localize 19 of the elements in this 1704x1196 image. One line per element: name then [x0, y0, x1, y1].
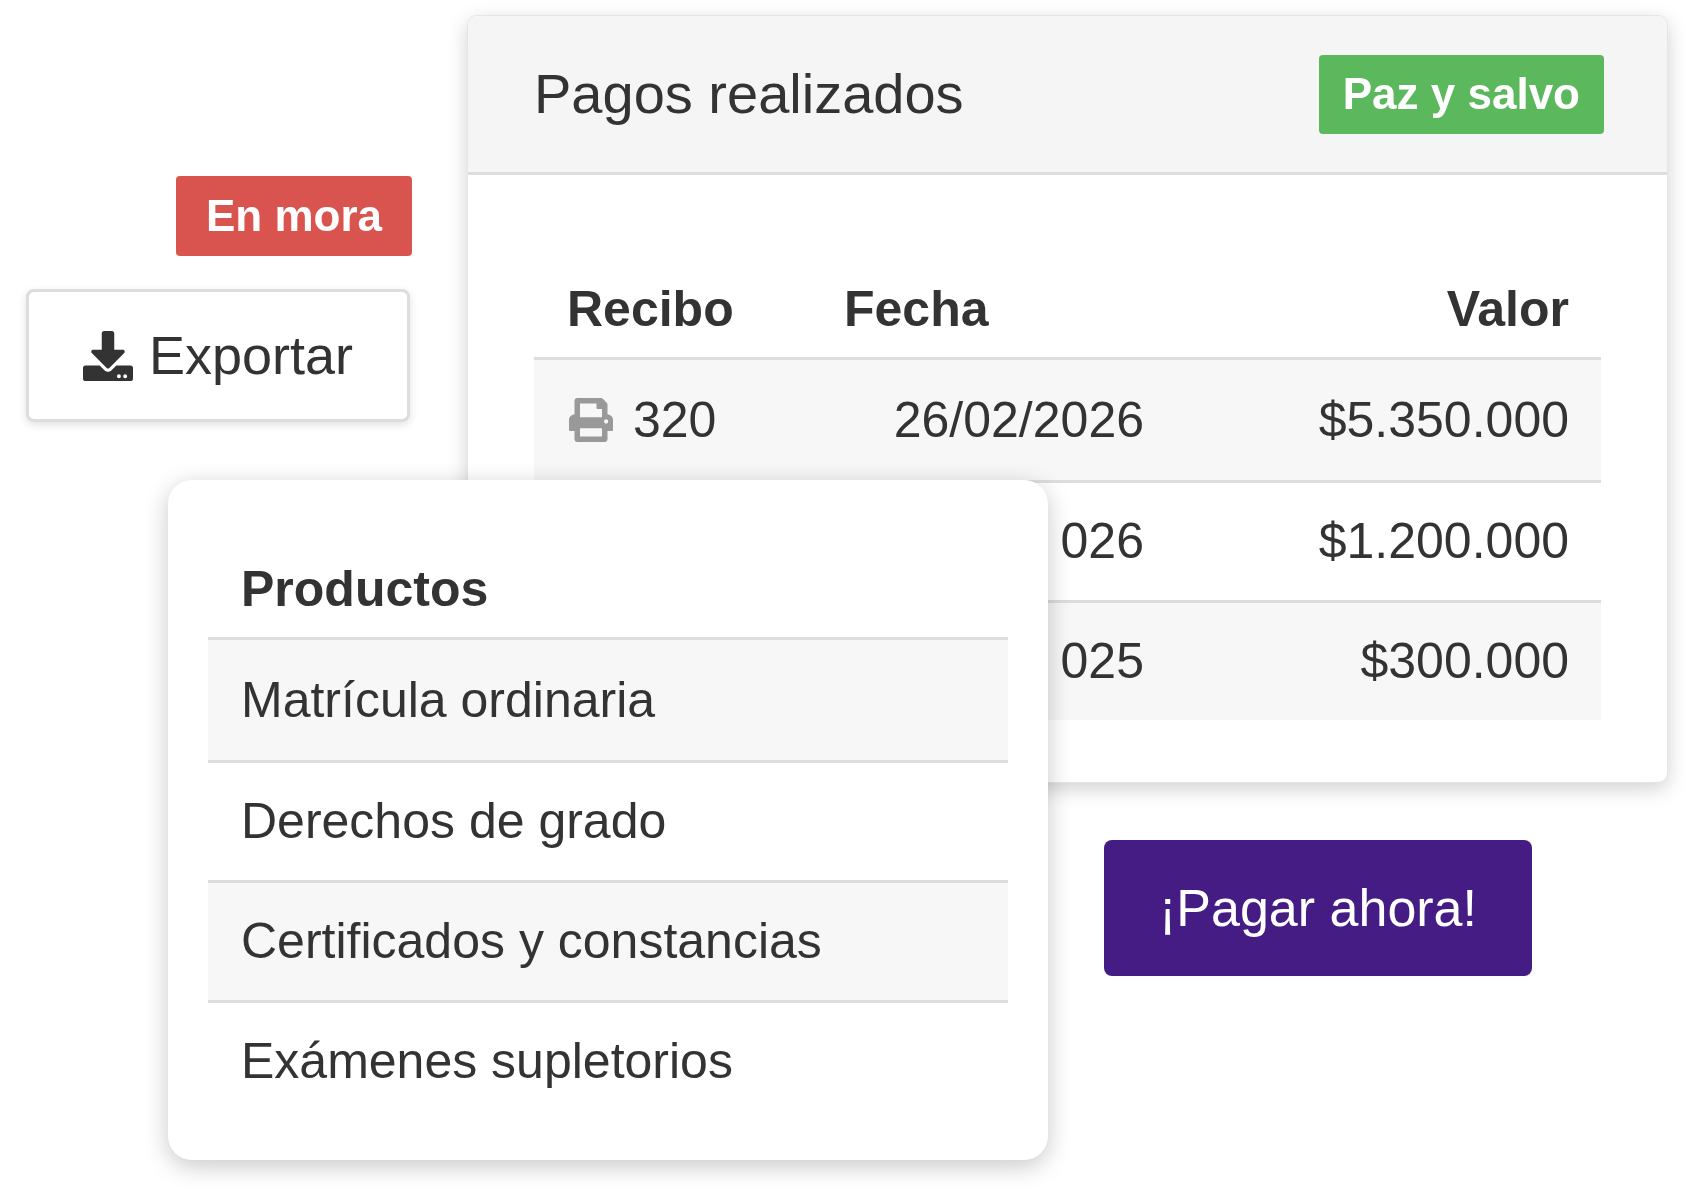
- product-item[interactable]: Matrícula ordinaria: [208, 640, 1008, 760]
- table-cell-text: 025: [1059, 632, 1144, 691]
- product-item[interactable]: Certificados y constancias: [208, 880, 1008, 1000]
- table-cell-text: $1.200.000: [1317, 512, 1570, 571]
- table-cell-text: $5.350.000: [1317, 390, 1570, 450]
- export-button[interactable]: Exportar: [26, 289, 410, 422]
- table-cell-text: 26/02/2026: [892, 390, 1144, 450]
- overdue-badge: En mora: [176, 176, 412, 256]
- download-icon: [82, 330, 133, 381]
- table-cell-text: 320: [633, 390, 717, 450]
- column-header: Fecha: [844, 280, 990, 339]
- card-title: Pagos realizados: [534, 61, 964, 127]
- status-badge: Paz y salvo: [1318, 54, 1604, 134]
- column-header: Recibo: [566, 280, 735, 339]
- printer-icon[interactable]: [567, 398, 615, 442]
- table-cell-text: $300.000: [1359, 632, 1570, 691]
- pay-now-button[interactable]: ¡Pagar ahora!: [1104, 840, 1532, 976]
- table-cell-text: 026: [1059, 512, 1144, 571]
- column-header: Valor: [1445, 280, 1570, 339]
